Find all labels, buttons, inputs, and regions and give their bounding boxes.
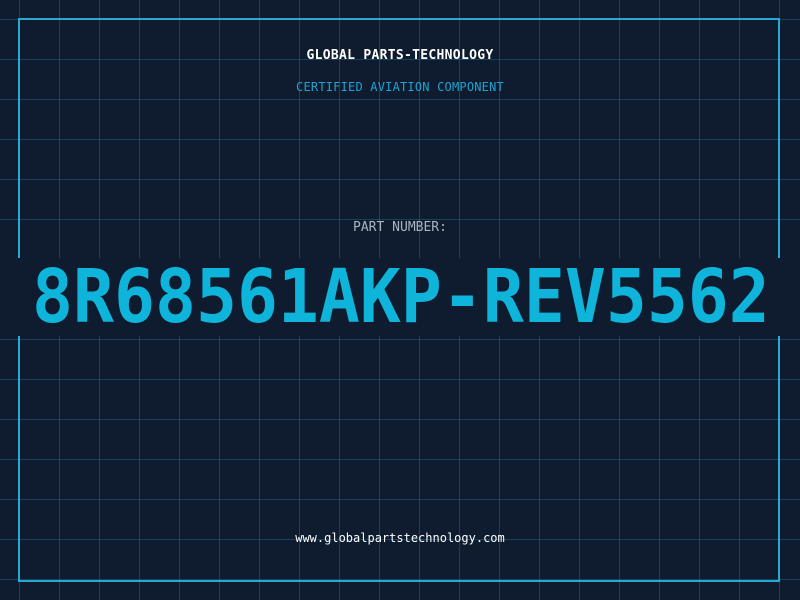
part-number-label: PART NUMBER: (353, 220, 447, 235)
certification-tagline: CERTIFIED AVIATION COMPONENT (296, 80, 504, 94)
part-number-value: 8R68561AKP-REV5562 (32, 258, 770, 336)
part-number-band: 8R68561AKP-REV5562 (0, 258, 800, 336)
website-link[interactable]: www.globalpartstechnology.com (0, 531, 800, 545)
company-name: GLOBAL PARTS-TECHNOLOGY (306, 48, 494, 63)
part-certificate-page: GLOBAL PARTS-TECHNOLOGY CERTIFIED AVIATI… (0, 0, 800, 600)
